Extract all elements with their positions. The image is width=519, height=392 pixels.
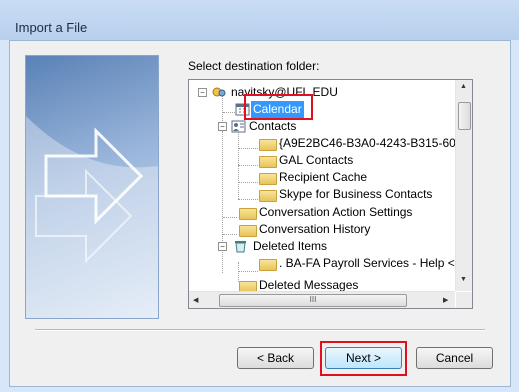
folder-tree-content: − navitsky@UFL.EDU Calendar − Contacts {… xyxy=(189,80,455,291)
horizontal-scrollbar[interactable]: ◀ III ▶ xyxy=(189,291,455,308)
collapse-toggle-icon[interactable]: − xyxy=(218,122,227,131)
tree-node-payroll-services[interactable]: . BA-FA Payroll Services - Help < xyxy=(189,255,455,272)
contacts-icon xyxy=(231,120,247,133)
select-folder-label: Select destination folder: xyxy=(188,59,320,73)
folder-icon xyxy=(239,208,257,220)
folder-icon xyxy=(239,225,257,237)
collapse-toggle-icon[interactable]: − xyxy=(198,88,207,97)
scroll-left-icon[interactable]: ◀ xyxy=(193,296,198,304)
mailbox-account-icon xyxy=(211,86,227,99)
folder-label: . BA-FA Payroll Services - Help < xyxy=(279,256,455,270)
folder-label: {A9E2BC46-B3A0-4243-B315-60D xyxy=(279,136,455,150)
folder-label: Deleted Messages xyxy=(259,278,359,291)
wizard-illustration xyxy=(25,55,159,319)
cancel-button[interactable]: Cancel xyxy=(416,347,493,369)
folder-icon xyxy=(259,156,277,168)
folder-tree[interactable]: − navitsky@UFL.EDU Calendar − Contacts {… xyxy=(188,79,473,309)
collapse-toggle-icon[interactable]: − xyxy=(218,242,227,251)
folder-label: Conversation History xyxy=(259,222,371,236)
scroll-down-icon[interactable]: ▼ xyxy=(460,276,467,283)
tree-node-deleted-items[interactable]: − Deleted Items xyxy=(189,238,455,255)
window-title: Import a File xyxy=(15,20,88,35)
scroll-right-icon[interactable]: ▶ xyxy=(443,296,448,304)
tree-node-contacts[interactable]: − Contacts xyxy=(189,118,455,135)
folder-label: GAL Contacts xyxy=(279,153,354,167)
folder-label: Skype for Business Contacts xyxy=(279,187,433,201)
tree-node-contacts-guid[interactable]: {A9E2BC46-B3A0-4243-B315-60D xyxy=(189,135,455,152)
tree-node-account[interactable]: − navitsky@UFL.EDU xyxy=(189,84,455,101)
tree-node-gal-contacts[interactable]: GAL Contacts xyxy=(189,152,455,169)
vertical-scroll-thumb[interactable] xyxy=(458,102,471,130)
folder-icon xyxy=(259,259,277,271)
back-button[interactable]: < Back xyxy=(237,347,314,369)
dialog-window: Import a File Select destination folder: xyxy=(0,0,519,392)
tree-node-conversation-history[interactable]: Conversation History xyxy=(189,221,455,238)
tree-node-conversation-action-settings[interactable]: Conversation Action Settings xyxy=(189,204,455,221)
tree-node-skype-contacts[interactable]: Skype for Business Contacts xyxy=(189,186,455,203)
folder-icon xyxy=(259,139,277,151)
button-separator xyxy=(35,329,485,331)
folder-label: Conversation Action Settings xyxy=(259,205,413,219)
next-highlight-box xyxy=(320,341,407,376)
folder-icon xyxy=(259,190,277,202)
recycle-bin-icon xyxy=(233,240,249,253)
folder-label: Recipient Cache xyxy=(279,170,368,184)
tree-node-calendar[interactable]: Calendar xyxy=(189,101,455,118)
folder-icon xyxy=(259,173,277,185)
folder-icon xyxy=(239,281,257,291)
tree-node-deleted-messages[interactable]: Deleted Messages xyxy=(189,277,455,291)
scroll-up-icon[interactable]: ▲ xyxy=(460,83,467,90)
scroll-grip: III xyxy=(309,295,317,304)
title-bar: Import a File xyxy=(0,0,519,40)
tree-node-recipient-cache[interactable]: Recipient Cache xyxy=(189,169,455,186)
contacts-label: Contacts xyxy=(249,119,297,133)
wizard-arrow-icon xyxy=(26,116,158,318)
vertical-scrollbar[interactable]: ▲ ▼ xyxy=(455,80,472,291)
calendar-highlight-box xyxy=(244,94,313,120)
scrollbar-corner xyxy=(456,292,472,308)
folder-label: Deleted Items xyxy=(253,239,328,253)
horizontal-scroll-thumb[interactable]: III xyxy=(219,294,407,307)
